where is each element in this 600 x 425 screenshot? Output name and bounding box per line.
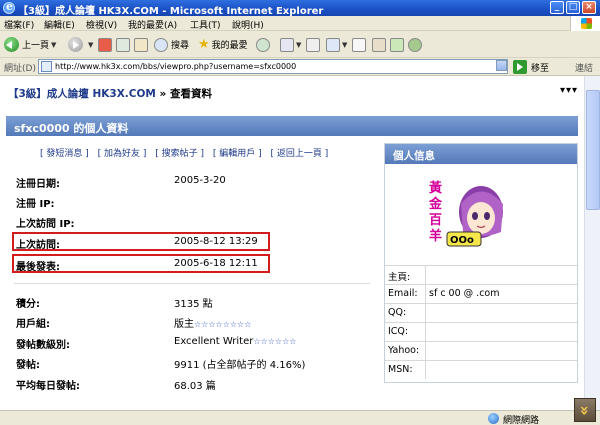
mail-button[interactable]: ▼ (280, 36, 301, 53)
email-value[interactable]: sf c 00 @ .com (429, 288, 500, 299)
windows-logo-icon (570, 16, 600, 31)
extra-button[interactable] (408, 36, 422, 53)
address-label: 網址(D) (4, 64, 36, 74)
menu-favorites[interactable]: 我的最愛(A) (128, 18, 177, 31)
mail-icon (280, 37, 294, 52)
window-title: 【3級】成人論壇 HK3X.COM - Microsoft Internet E… (18, 6, 324, 17)
edit-user-link[interactable]: [ 編輯用戶 ] (213, 149, 262, 159)
post-rank-value: Excellent Writer (174, 336, 254, 347)
refresh-icon (116, 37, 130, 52)
close-button[interactable]: × (582, 1, 596, 14)
scroll-down-icon[interactable] (574, 398, 596, 422)
page-icon (41, 61, 52, 72)
messenger-icon (390, 37, 404, 52)
menu-view[interactable]: 檢視(V) (86, 18, 117, 31)
edit-dropdown-icon[interactable]: ▼ (342, 41, 347, 49)
print-button[interactable] (306, 36, 320, 53)
address-input[interactable]: http://www.hk3x.com/bbs/viewpro.php?user… (38, 59, 508, 74)
breadcrumb-forum-link[interactable]: 【3級】成人論壇 HK3X.COM (8, 88, 156, 100)
zone-label: 網際網路 (503, 416, 540, 425)
home-button[interactable] (134, 36, 148, 53)
home-icon (134, 37, 148, 52)
divider (14, 283, 370, 284)
user-group-value: 版主 (174, 319, 194, 330)
discuss-icon (352, 37, 366, 52)
info-row-icq: ICQ: (385, 322, 577, 341)
status-bar: 網際網路 (0, 410, 600, 425)
stop-button[interactable] (98, 36, 112, 53)
menu-tools[interactable]: 工具(T) (190, 18, 221, 31)
profile-title: sfxc0000 的個人資料 (14, 122, 129, 135)
title-bar: 【3級】成人論壇 HK3X.COM - Microsoft Internet E… (0, 0, 600, 17)
more-menu-icon[interactable]: ▾▾▾ (560, 85, 578, 96)
toolbar: 上一頁 ▼ ▼ 搜尋 ★ 我的最愛 ▼ ▼ (0, 31, 600, 58)
avatar-char-4: 羊 (429, 228, 442, 244)
ie-icon (3, 0, 15, 14)
avatar-char-3: 百 (429, 213, 442, 228)
forward-button[interactable]: ▼ (68, 36, 93, 53)
group-stars-icon: ☆☆☆☆☆☆☆☆ (194, 320, 252, 329)
avatar-char-1: 黃 (428, 180, 442, 196)
refresh-button[interactable] (116, 36, 130, 53)
avatar-char-2: 金 (428, 196, 443, 212)
breadcrumb: 【3級】成人論壇 HK3X.COM » 查看資料 (8, 88, 212, 100)
personal-info-panel: 個人信息 黃 金 百 羊 OOo 主頁: Email: sf c 00 @ .c… (384, 143, 578, 383)
breadcrumb-current: 查看資料 (169, 88, 212, 100)
info-row-email: Email: sf c 00 @ .com (385, 284, 577, 303)
avatar: 黃 金 百 羊 OOo (428, 180, 503, 247)
research-icon (372, 37, 386, 52)
address-dropdown-icon[interactable] (496, 60, 507, 71)
info-row-qq: QQ: (385, 303, 577, 322)
back-arrow-icon (4, 37, 19, 52)
mail-dropdown-icon[interactable]: ▼ (296, 41, 301, 49)
links-button[interactable]: 連結 (575, 61, 593, 74)
add-friend-link[interactable]: [ 加為好友 ] (98, 149, 147, 159)
print-icon (306, 37, 320, 52)
vertical-scrollbar[interactable] (584, 76, 600, 410)
send-message-link[interactable]: [ 發短消息 ] (40, 149, 89, 159)
scrollbar-thumb[interactable] (586, 90, 600, 210)
go-back-link[interactable]: [ 返回上一頁 ] (271, 149, 329, 159)
menu-file[interactable]: 檔案(F) (4, 18, 34, 31)
history-icon (256, 37, 270, 52)
go-button[interactable]: 移至 (531, 61, 549, 74)
menu-help[interactable]: 說明(H) (232, 18, 264, 31)
edit-icon (326, 37, 340, 52)
search-icon (154, 37, 168, 52)
personal-info-header: 個人信息 (385, 144, 577, 164)
search-button[interactable]: 搜尋 (154, 36, 189, 53)
minimize-button[interactable]: _ (550, 1, 564, 14)
history-button[interactable] (256, 36, 270, 53)
menu-bar: 檔案(F) 編輯(E) 檢視(V) 我的最愛(A) 工具(T) 說明(H) (0, 16, 600, 31)
page-content: 【3級】成人論壇 HK3X.COM » 查看資料 ▾▾▾ sfxc0000 的個… (0, 76, 584, 410)
menu-edit[interactable]: 編輯(E) (44, 18, 75, 31)
messenger-button[interactable] (390, 36, 404, 53)
info-row-msn: MSN: (385, 360, 577, 379)
forward-arrow-icon (68, 37, 83, 52)
back-button[interactable]: 上一頁 ▼ (4, 36, 56, 53)
extra-icon (408, 37, 422, 52)
maximize-button[interactable]: □ (566, 1, 580, 14)
profile-header: sfxc0000 的個人資料 (6, 116, 578, 136)
highlight-box-last-post (12, 254, 270, 273)
info-row-homepage: 主頁: (385, 265, 577, 284)
forward-dropdown-icon[interactable]: ▼ (88, 41, 93, 49)
info-row-yahoo: Yahoo: (385, 341, 577, 360)
address-url[interactable]: http://www.hk3x.com/bbs/viewpro.php?user… (55, 62, 296, 71)
back-dropdown-icon[interactable]: ▼ (51, 41, 56, 49)
profile-actions: [ 發短消息 ] [ 加為好友 ] [ 搜索帖子 ] [ 編輯用戶 ] [ 返回… (40, 146, 334, 159)
star-icon: ★ (198, 37, 210, 52)
avatar-badge: OOo (450, 235, 474, 246)
research-button[interactable] (372, 36, 386, 53)
favorites-button[interactable]: ★ 我的最愛 (198, 36, 248, 53)
go-arrow-icon[interactable] (513, 60, 527, 74)
internet-zone-icon (488, 413, 499, 424)
discuss-button[interactable] (352, 36, 366, 53)
search-posts-link[interactable]: [ 搜索帖子 ] (155, 149, 204, 159)
address-bar: 網址(D) http://www.hk3x.com/bbs/viewpro.ph… (0, 58, 600, 76)
rank-stars-icon: ☆☆☆☆☆☆ (253, 337, 297, 346)
highlight-box-last-visit (12, 232, 270, 251)
stop-icon (98, 37, 112, 52)
edit-button[interactable]: ▼ (326, 36, 347, 53)
